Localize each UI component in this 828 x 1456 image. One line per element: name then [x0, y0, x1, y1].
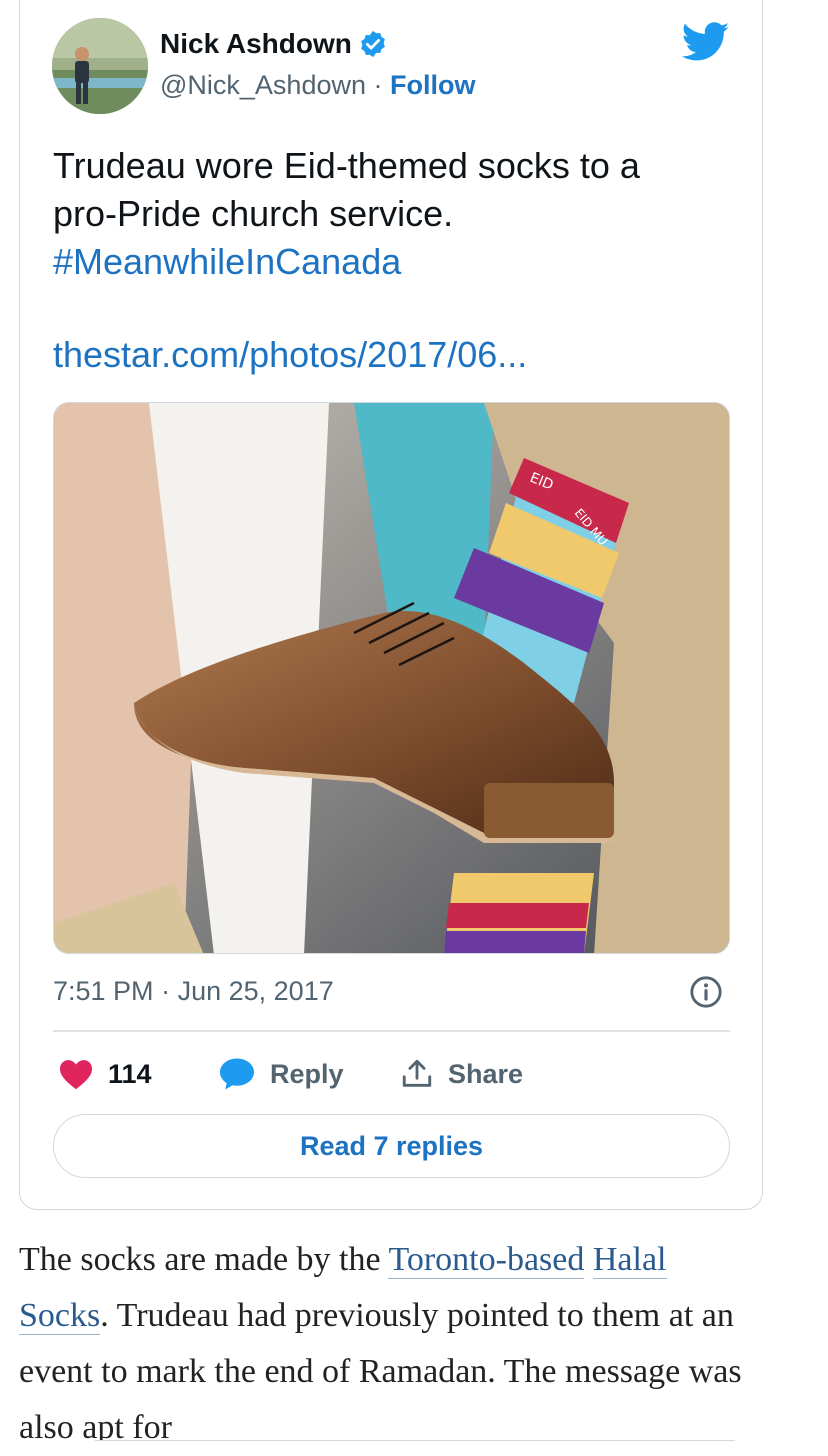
article-paragraph: The socks are made by the Toronto-based … — [19, 1232, 759, 1456]
like-button[interactable]: 114 — [58, 1054, 152, 1094]
socks-photo-image: EID EID MU — [54, 403, 729, 953]
author-name[interactable]: Nick Ashdown — [160, 28, 388, 60]
share-label: Share — [448, 1058, 524, 1089]
tweet-photo[interactable]: EID EID MU — [53, 402, 730, 954]
like-count: 114 — [108, 1058, 152, 1089]
share-button[interactable]: Share — [400, 1054, 523, 1094]
reply-label: Reply — [270, 1058, 344, 1089]
author-handle[interactable]: @Nick_Ashdown — [160, 70, 366, 100]
info-icon[interactable] — [689, 975, 723, 1009]
reply-button[interactable]: Reply — [218, 1054, 344, 1094]
tweet-time[interactable]: 7:51 PM — [53, 976, 154, 1006]
heart-icon — [60, 1060, 92, 1090]
read-replies-button[interactable]: Read 7 replies — [53, 1114, 730, 1178]
tweet-text-line-2: pro-Pride church service. — [53, 193, 454, 234]
reply-bubble-icon — [220, 1058, 254, 1090]
handle-separator: · — [373, 70, 383, 100]
author-name-text[interactable]: Nick Ashdown — [160, 28, 352, 60]
verified-badge-icon — [361, 30, 385, 58]
toronto-based-link[interactable]: Toronto-based — [388, 1241, 585, 1279]
hashtag-link[interactable]: #MeanwhileInCanada — [53, 238, 733, 286]
tweet-date[interactable]: Jun 25, 2017 — [178, 976, 334, 1006]
tweet-text: Trudeau wore Eid-themed socks to a pro-P… — [53, 142, 733, 286]
article-space — [584, 1241, 593, 1278]
tweet-url-link[interactable]: thestar.com/photos/2017/06... — [53, 334, 527, 376]
follow-button[interactable]: Follow — [390, 70, 475, 100]
tweet-timestamp[interactable]: 7:51 PM · Jun 25, 2017 — [53, 976, 334, 1007]
twitter-bird-icon[interactable] — [682, 22, 730, 62]
article-text-before: The socks are made by the — [19, 1241, 389, 1278]
actions-divider — [53, 1030, 730, 1032]
handle-line: @Nick_Ashdown · Follow — [160, 70, 476, 101]
share-icon — [402, 1059, 432, 1087]
author-avatar[interactable] — [52, 18, 148, 114]
tweet-text-line-1: Trudeau wore Eid-themed socks to a — [53, 145, 640, 186]
read-replies-label: Read 7 replies — [299, 1130, 484, 1161]
avatar-photo — [52, 18, 148, 114]
article-text-after: . Trudeau had previously pointed to them… — [19, 1297, 742, 1446]
timestamp-separator: · — [161, 976, 171, 1006]
